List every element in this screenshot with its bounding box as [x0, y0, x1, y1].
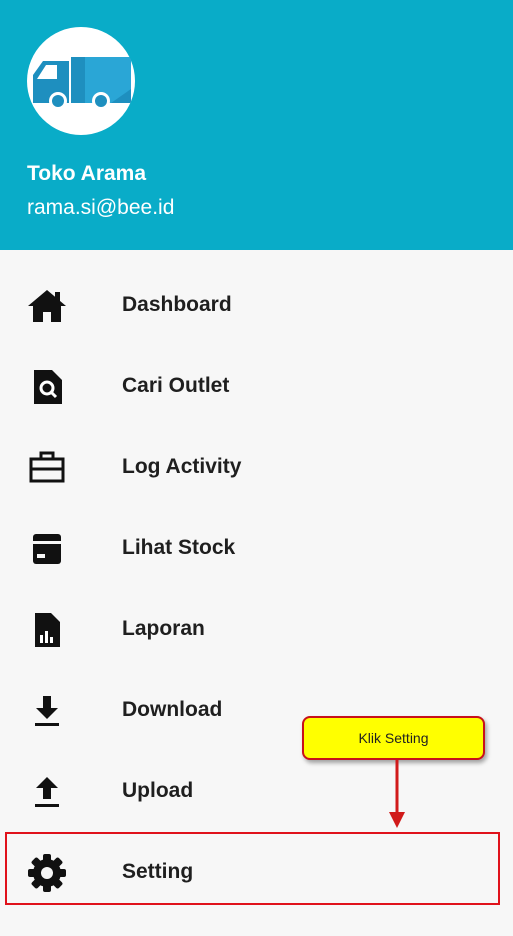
avatar[interactable]	[27, 27, 135, 135]
menu-item-log-activity[interactable]: Log Activity	[0, 427, 513, 508]
menu-item-cari-outlet[interactable]: Cari Outlet	[0, 346, 513, 427]
store-name: Toko Arama	[27, 162, 147, 185]
navigation-drawer: Toko Arama rama.si@bee.id Dashboard Cari…	[0, 0, 513, 936]
callout-tooltip: Klik Setting	[302, 716, 485, 760]
menu-item-label: Cari Outlet	[122, 374, 230, 397]
drawer-header: Toko Arama rama.si@bee.id	[0, 0, 513, 250]
drawer-menu: Dashboard Cari Outlet Log Activity Lihat…	[0, 265, 513, 913]
menu-item-lihat-stock[interactable]: Lihat Stock	[0, 508, 513, 589]
menu-item-label: Log Activity	[122, 455, 242, 478]
briefcase-icon	[26, 447, 68, 489]
truck-icon	[33, 57, 131, 110]
arrow-down-icon	[389, 760, 405, 828]
search-file-icon	[26, 366, 68, 408]
upload-icon	[26, 771, 68, 813]
menu-item-upload[interactable]: Upload	[0, 751, 513, 832]
home-icon	[26, 285, 68, 327]
menu-item-label: Laporan	[122, 617, 205, 640]
user-email: rama.si@bee.id	[27, 196, 175, 219]
menu-item-laporan[interactable]: Laporan	[0, 589, 513, 670]
setting-highlight-box	[5, 832, 500, 905]
inventory-box-icon	[26, 528, 68, 570]
report-chart-icon	[26, 609, 68, 651]
menu-item-label: Lihat Stock	[122, 536, 236, 559]
menu-item-label: Upload	[122, 779, 194, 802]
menu-item-dashboard[interactable]: Dashboard	[0, 265, 513, 346]
menu-item-label: Download	[122, 698, 223, 721]
menu-item-label: Dashboard	[122, 293, 232, 316]
download-icon	[26, 690, 68, 732]
